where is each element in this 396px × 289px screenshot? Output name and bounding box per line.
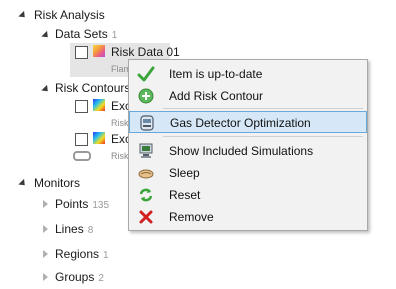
menu-item-sleep[interactable]: Sleep <box>129 162 367 184</box>
add-circle-icon <box>138 88 154 104</box>
simulations-icon <box>139 143 153 158</box>
points-count: 135 <box>92 200 110 211</box>
expand-points-icon[interactable] <box>43 200 48 208</box>
expand-monitors-icon[interactable] <box>18 178 28 189</box>
menu-separator <box>163 108 363 109</box>
menu-item-label: Add Risk Contour <box>169 89 264 103</box>
menu-item-show-included-simulations[interactable]: Show Included Simulations <box>129 140 367 162</box>
menu-item-label: Remove <box>169 210 214 224</box>
regions-count: 1 <box>103 250 109 261</box>
menu-item-label: Sleep <box>169 166 200 180</box>
link-icon <box>73 151 91 161</box>
tree-item-regions[interactable]: Regions 1 <box>55 247 109 261</box>
menu-item-add-risk-contour[interactable]: Add Risk Contour <box>129 85 367 107</box>
menu-item-label: Show Included Simulations <box>169 144 314 158</box>
expand-regions-icon[interactable] <box>43 250 48 258</box>
tree-item-monitors[interactable]: Monitors <box>34 176 80 190</box>
menu-item-label: Reset <box>169 188 201 202</box>
expand-data-sets-icon[interactable] <box>41 30 51 41</box>
context-menu: Item is up-to-date Add Risk Contour Gas … <box>128 59 368 231</box>
menu-separator <box>163 136 363 137</box>
reset-icon <box>139 188 153 202</box>
contour1-heatmap-icon <box>93 99 105 111</box>
risk-contours-label: Risk Contours <box>55 81 131 95</box>
data-sets-count: 1 <box>111 30 118 41</box>
risk-data-heatmap-icon <box>93 45 105 57</box>
tree-item-data-sets[interactable]: Data Sets 1 <box>55 27 117 41</box>
menu-item-gas-detector-optimization[interactable]: Gas Detector Optimization <box>129 111 367 133</box>
tree-item-groups[interactable]: Groups 2 <box>55 270 104 284</box>
expand-risk-analysis-icon[interactable] <box>18 10 28 21</box>
lines-count: 8 <box>87 225 94 236</box>
expand-groups-icon[interactable] <box>43 273 48 281</box>
expand-risk-contours-icon[interactable] <box>41 84 51 95</box>
contour2-heatmap-icon <box>93 132 105 144</box>
groups-count: 2 <box>98 273 104 284</box>
gas-detector-icon <box>140 115 154 131</box>
contour2-subtitle: Risk <box>111 151 129 161</box>
contour1-subtitle: Risk <box>111 118 129 128</box>
risk-data-checkbox[interactable] <box>75 46 88 59</box>
contour2-checkbox[interactable] <box>75 133 88 146</box>
menu-item-remove[interactable]: Remove <box>129 206 367 228</box>
menu-item-label: Item is up-to-date <box>169 67 263 81</box>
menu-item-label: Gas Detector Optimization <box>170 116 311 130</box>
sleep-icon <box>138 169 154 179</box>
regions-label: Regions <box>55 247 100 261</box>
contour1-checkbox[interactable] <box>75 100 88 113</box>
points-label: Points <box>55 197 89 211</box>
tree-item-risk-data[interactable]: Risk Data 01 <box>111 45 180 59</box>
tree-item-lines[interactable]: Lines 8 <box>55 222 93 236</box>
groups-label: Groups <box>55 270 95 284</box>
checkmark-icon <box>137 66 155 82</box>
expand-lines-icon[interactable] <box>43 225 48 233</box>
lines-label: Lines <box>55 222 84 236</box>
data-sets-label: Data Sets <box>55 27 108 41</box>
remove-x-icon <box>139 210 153 224</box>
menu-item-reset[interactable]: Reset <box>129 184 367 206</box>
tree-item-risk-analysis[interactable]: Risk Analysis <box>34 8 105 22</box>
menu-item-up-to-date[interactable]: Item is up-to-date <box>129 63 367 85</box>
tree-item-points[interactable]: Points 135 <box>55 197 109 211</box>
